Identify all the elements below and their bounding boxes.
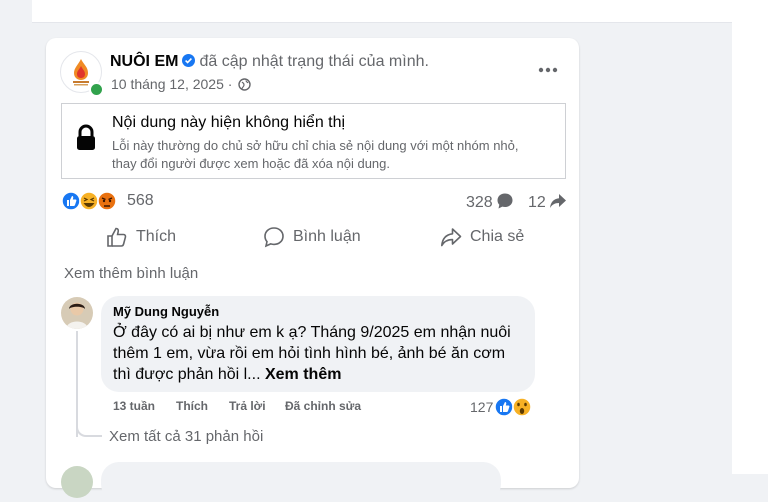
online-status-dot [89,82,104,97]
like-button[interactable]: Thích [106,224,176,250]
share-icon [441,228,462,247]
comment-button-label: Bình luận [293,228,361,245]
more-options-button[interactable] [536,60,560,80]
see-more-link[interactable]: Xem thêm [265,366,341,383]
share-button-label: Chia sẻ [470,228,525,245]
commenter-avatar[interactable] [61,297,93,329]
next-comment-bubble [101,462,501,502]
comment-icon [264,227,284,248]
comment-bubble-icon [497,193,513,209]
share-count-value: 12 [528,194,546,211]
share-arrow-icon [549,194,566,208]
verified-badge-icon [182,54,196,67]
page-name-link[interactable]: NUÔI EM [110,53,178,70]
comment-like-button[interactable]: Thích [176,399,208,413]
view-all-replies-link[interactable]: Xem tất cả 31 phản hồi [109,428,263,445]
comment-time-link[interactable]: 13 tuần [113,399,155,413]
haha-reaction-icon [79,191,99,211]
lock-icon [74,124,98,152]
post-header: NUÔI EM đã cập nhật trạng thái của mình. [110,53,429,71]
globe-icon [238,78,252,91]
thread-curve [76,421,102,437]
like-reaction-icon [494,397,514,417]
thumbs-up-icon [107,227,127,247]
reaction-icons[interactable] [61,190,123,212]
unavailable-description: Lỗi này thường do chủ sở hữu chỉ chia sẻ… [112,138,519,171]
angry-reaction-icon [97,191,117,211]
feed-top-edge [32,0,732,23]
post-action-text: đã cập nhật trạng thái của mình. [199,53,429,70]
comment-count-value: 328 [466,194,493,211]
comment-reply-button[interactable]: Trả lời [229,399,266,413]
share-button[interactable]: Chia sẻ [440,224,524,250]
post-timestamp[interactable]: 10 tháng 12, 2025 · [111,76,252,92]
like-reaction-icon [61,191,81,211]
view-more-comments-link[interactable]: Xem thêm bình luận [64,265,198,282]
comment-author-link[interactable]: Mỹ Dung Nguyễn [113,304,219,319]
post-date-text: 10 tháng 12, 2025 · [111,76,233,92]
share-count[interactable]: 12 [528,192,567,212]
wow-reaction-icon [512,397,532,417]
unavailable-title: Nội dung này hiện không hiển thị [112,114,346,131]
comment-count[interactable]: 328 [466,192,514,212]
comment-reaction-icons[interactable] [494,396,534,418]
comment-reaction-count[interactable]: 127 [470,399,493,415]
comment-body: Ở đây có ai bị như em k ạ? Tháng 9/2025 … [113,322,523,385]
like-button-label: Thích [136,228,177,245]
user-photo-icon [61,297,93,329]
next-commenter-avatar[interactable] [61,466,93,498]
comment-edited-label: Đã chỉnh sửa [285,399,362,413]
comment-button[interactable]: Bình luận [263,224,361,250]
reaction-count[interactable]: 568 [127,192,154,210]
right-panel-edge [732,0,768,474]
more-horizontal-icon [538,67,558,73]
